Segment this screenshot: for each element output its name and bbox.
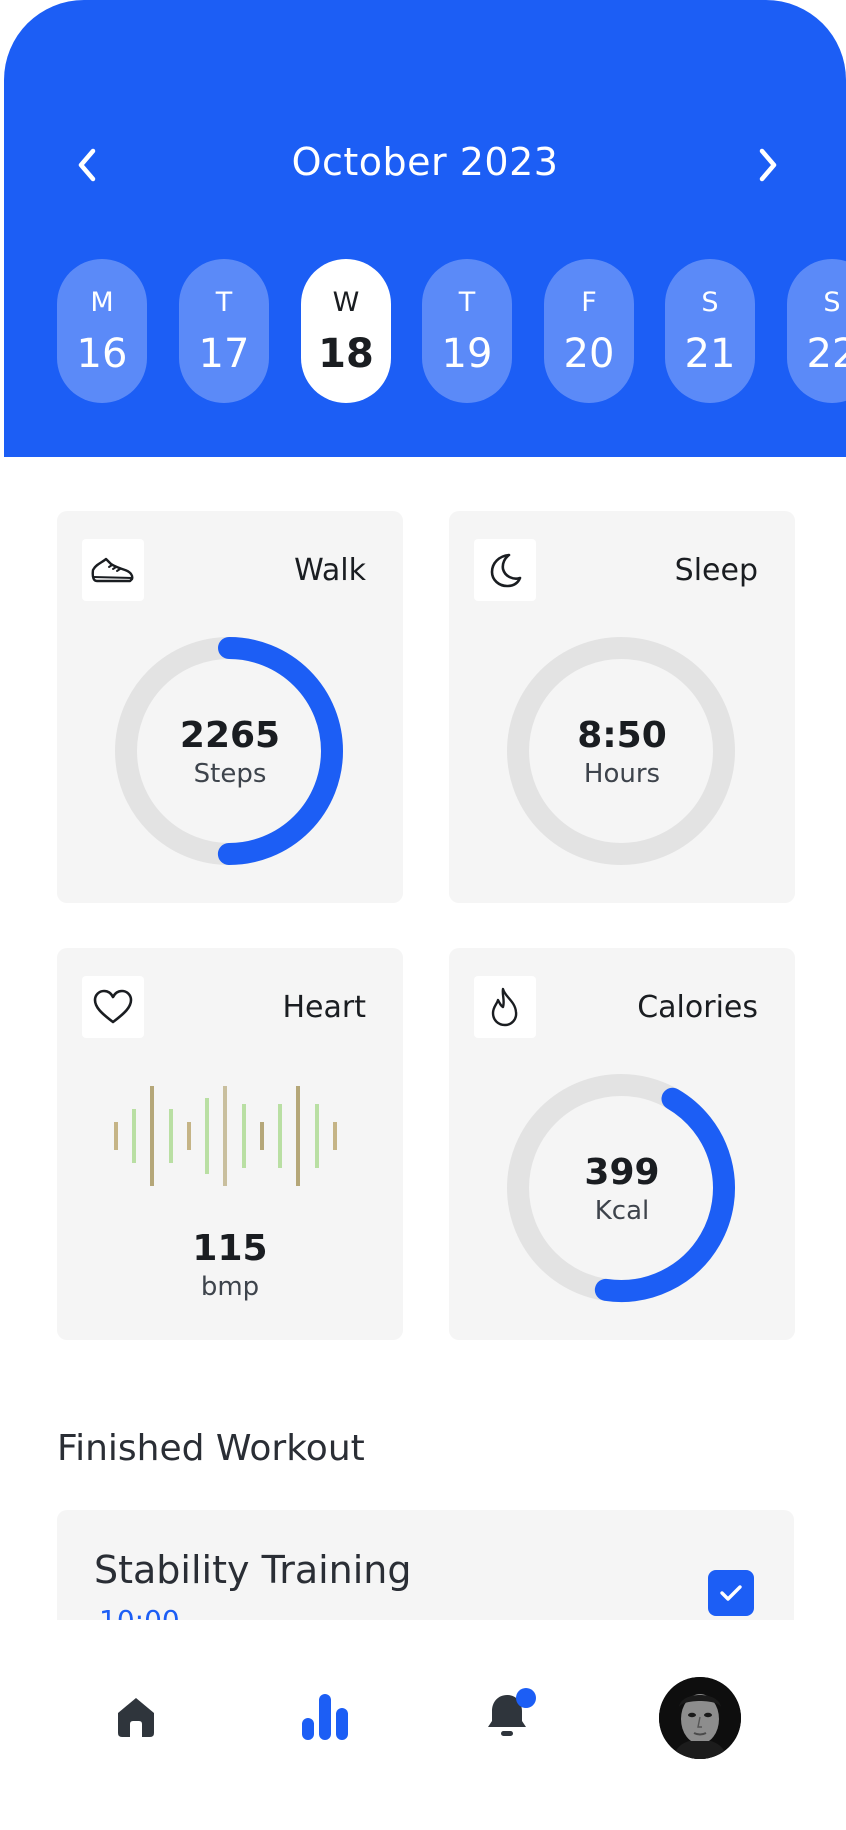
notification-dot: [516, 1688, 536, 1708]
day-pill-21[interactable]: S 21: [665, 259, 755, 403]
stats-icon: [302, 1694, 348, 1740]
day-number: 16: [76, 331, 128, 377]
sleep-icon-box: [474, 539, 536, 601]
month-navigation: October 2023: [4, 130, 846, 202]
avatar-photo: [659, 1677, 741, 1759]
day-letter: T: [458, 287, 476, 318]
sleep-unit: Hours: [583, 759, 661, 789]
heart-unit: bmp: [200, 1272, 260, 1302]
flame-icon: [491, 987, 518, 1027]
bottom-navigation: [0, 1620, 846, 1830]
sleep-title: Sleep: [674, 553, 758, 588]
month-title: October 2023: [291, 140, 559, 184]
heart-title: Heart: [282, 990, 367, 1025]
day-letter: T: [215, 287, 233, 318]
next-month-button[interactable]: [740, 138, 794, 192]
day-number: 17: [198, 331, 250, 377]
heart-icon: [93, 989, 133, 1024]
calories-title: Calories: [637, 990, 758, 1025]
day-pill-17[interactable]: T 17: [179, 259, 269, 403]
day-pill-18-selected[interactable]: W 18: [301, 259, 391, 403]
calories-card[interactable]: Calories 399 Kcal: [449, 948, 795, 1340]
day-letter: S: [823, 287, 841, 318]
day-number: 19: [441, 331, 493, 377]
nav-notifications-button[interactable]: [465, 1670, 555, 1760]
calories-value: 399: [584, 1152, 660, 1193]
shoe-icon: [91, 557, 134, 583]
workout-item[interactable]: Stability Training 10:00: [57, 1510, 794, 1620]
nav-home-button[interactable]: [91, 1672, 181, 1762]
home-icon: [118, 1698, 154, 1737]
notification-bell-icon: [488, 1688, 536, 1736]
workout-time: 10:00: [99, 1604, 180, 1620]
day-pill-22[interactable]: S 22: [787, 259, 846, 403]
workout-name: Stability Training: [94, 1548, 412, 1592]
day-letter: M: [90, 287, 114, 318]
walk-unit: Steps: [193, 759, 267, 789]
day-letter: W: [332, 287, 360, 318]
walk-value: 2265: [179, 715, 281, 756]
calories-unit: Kcal: [594, 1196, 650, 1226]
day-pill-19[interactable]: T 19: [422, 259, 512, 403]
walk-card[interactable]: Walk 2265 Steps: [57, 511, 403, 903]
walk-icon-box: [82, 539, 144, 601]
workout-completed-checkbox[interactable]: [708, 1570, 754, 1616]
heart-card[interactable]: Heart 115 bmp: [57, 948, 403, 1340]
moon-icon: [490, 553, 522, 588]
day-pill-16[interactable]: M 16: [57, 259, 147, 403]
heart-value: 115: [192, 1228, 268, 1269]
nav-stats-button[interactable]: [280, 1672, 370, 1762]
day-letter: S: [701, 287, 719, 318]
calendar-header: October 2023 M 16 T 17 W 18 T 19 F 20 S …: [4, 0, 846, 457]
profile-avatar[interactable]: [659, 1677, 741, 1759]
day-number: 20: [563, 331, 615, 377]
heart-icon-box: [82, 976, 144, 1038]
check-icon: [720, 1585, 742, 1601]
day-number: 18: [318, 331, 374, 377]
sleep-value: 8:50: [577, 715, 667, 756]
day-number: 21: [684, 331, 736, 377]
sleep-card[interactable]: Sleep 8:50 Hours: [449, 511, 795, 903]
chevron-right-icon: [759, 148, 777, 182]
walk-title: Walk: [294, 553, 366, 588]
day-number: 22: [806, 331, 846, 377]
finished-workout-heading: Finished Workout: [57, 1428, 365, 1469]
day-pill-20[interactable]: F 20: [544, 259, 634, 403]
heart-rate-waveform: [114, 1086, 337, 1186]
calories-icon-box: [474, 976, 536, 1038]
day-letter: F: [581, 287, 597, 318]
